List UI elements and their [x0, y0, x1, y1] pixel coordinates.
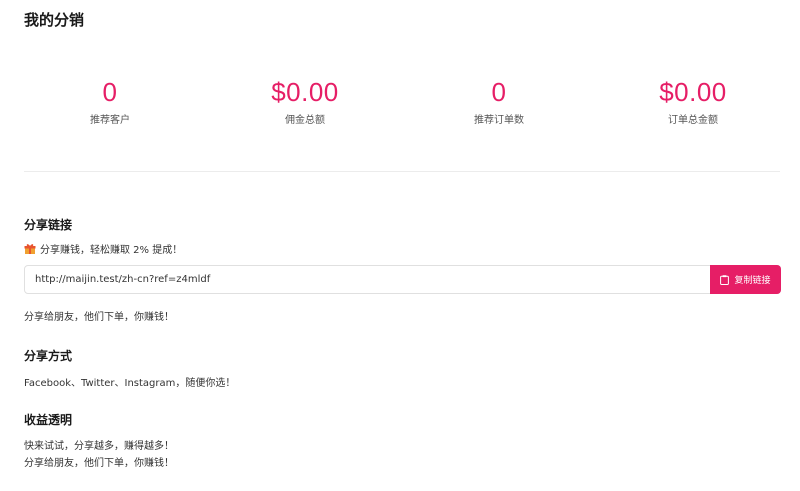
share-methods-text: Facebook、Twitter、Instagram，随便你选！	[24, 378, 236, 389]
stat-referred-orders: 0 推荐订单数	[409, 76, 589, 126]
stat-label: 佣金总额	[285, 115, 325, 126]
page: 我的分销 0 推荐客户 $0.00 佣金总额 0 推荐订单数 $0.00 订单总…	[0, 0, 800, 491]
earnings-heading: 收益透明	[24, 413, 73, 427]
share-link-heading: 分享链接	[24, 218, 73, 232]
clipboard-icon	[720, 274, 730, 285]
stat-value: 0	[102, 77, 118, 107]
copy-link-button[interactable]: 复制链接	[710, 265, 781, 294]
stat-total-commission: $0.00 佣金总额	[215, 76, 395, 126]
stat-total-order-amount: $0.00 订单总金额	[603, 76, 783, 126]
earnings-line: 分享给朋友，他们下单，你赚钱！	[24, 458, 174, 469]
earnings-line: 快来试试，分享越多，赚得越多！	[24, 441, 174, 452]
share-link-input[interactable]	[25, 266, 710, 293]
page-title: 我的分销	[24, 11, 85, 29]
share-note: 分享给朋友，他们下单，你赚钱！	[24, 312, 174, 323]
stat-value: $0.00	[271, 77, 339, 107]
stat-value: $0.00	[659, 77, 727, 107]
share-methods-heading: 分享方式	[24, 349, 73, 363]
gift-icon	[24, 243, 36, 255]
promo-text: 分享赚钱，轻松赚取 2% 提成！	[40, 245, 183, 256]
divider	[24, 171, 780, 172]
copy-link-label: 复制链接	[734, 276, 771, 286]
share-link-box: 复制链接	[24, 265, 781, 294]
promo-line: 分享赚钱，轻松赚取 2% 提成！	[24, 241, 182, 256]
stat-label: 推荐订单数	[474, 115, 524, 126]
stats-row: 0 推荐客户 $0.00 佣金总额 0 推荐订单数 $0.00 订单总金额	[0, 76, 800, 132]
stat-value: 0	[491, 77, 507, 107]
stat-label: 订单总金额	[668, 115, 718, 126]
stat-label: 推荐客户	[90, 115, 130, 126]
stat-referred-customers: 0 推荐客户	[20, 76, 200, 126]
